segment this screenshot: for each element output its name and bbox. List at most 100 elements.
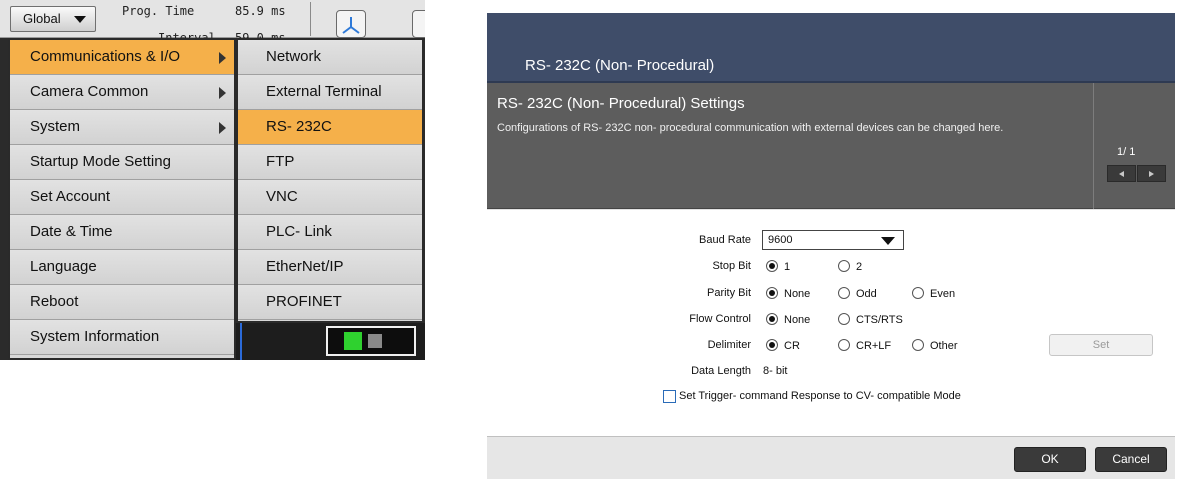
- radio-dot: [838, 339, 850, 351]
- radio-dot: [766, 287, 778, 299]
- main-menu-item-label: Language: [30, 258, 97, 275]
- parity-radio-odd[interactable]: Odd: [838, 287, 877, 301]
- baud-rate-select[interactable]: 9600: [762, 230, 904, 250]
- main-menu-item-label: Camera Common: [30, 83, 149, 100]
- sub-menu-item-label: External Terminal: [266, 83, 382, 100]
- main-menu-item-label: Set Account: [30, 188, 111, 205]
- prog-time-value: 85.9 ms: [235, 4, 286, 18]
- main-menu-item-label: Communications & I/O: [30, 48, 181, 65]
- main-menu-item[interactable]: Date & Time: [10, 215, 234, 250]
- page-indicator: 1/ 1: [1117, 146, 1136, 158]
- parity-bit-label: Parity Bit: [706, 287, 751, 299]
- info-description: Configurations of RS- 232C non- procedur…: [497, 122, 1004, 134]
- main-menu: Communications & I/O Camera Common System S…: [8, 38, 236, 360]
- main-menu-item[interactable]: Startup Mode Setting: [10, 145, 234, 180]
- delimiter-radio-crlf[interactable]: CR+LF: [838, 339, 891, 353]
- set-button[interactable]: Set: [1049, 334, 1153, 356]
- main-menu-item[interactable]: System: [10, 110, 234, 145]
- main-menu-item[interactable]: Reboot: [10, 285, 234, 320]
- main-menu-item[interactable]: Communications & I/O: [10, 40, 234, 75]
- chevron-right-icon: [1149, 171, 1154, 177]
- cancel-button[interactable]: Cancel: [1095, 447, 1167, 472]
- sub-menu-item[interactable]: Network: [238, 40, 422, 75]
- radio-label: Odd: [856, 288, 877, 300]
- flow-radio-none[interactable]: None: [766, 313, 810, 327]
- sub-menu-item-label: RS- 232C: [266, 118, 332, 135]
- chevron-down-icon: [74, 16, 86, 23]
- radio-label: CR: [784, 340, 800, 352]
- data-length-label: Data Length: [691, 365, 751, 377]
- sub-menu: Network External Terminal RS- 232C FTP VNC PL…: [236, 38, 424, 323]
- chevron-right-icon: [219, 52, 226, 64]
- sub-menu-item-label: Network: [266, 48, 322, 65]
- sub-menu-item-label: PROFINET: [266, 293, 342, 310]
- interval-value: 59.0 ms: [235, 31, 286, 38]
- global-dropdown-button[interactable]: Global: [10, 6, 96, 32]
- baud-rate-value: 9600: [768, 234, 793, 246]
- prev-page-button[interactable]: [1107, 165, 1136, 182]
- main-menu-item[interactable]: System Information: [10, 320, 234, 355]
- radio-label: CTS/RTS: [856, 314, 903, 326]
- stop-bit-label: Stop Bit: [712, 260, 751, 272]
- grid-icon: [368, 334, 382, 348]
- radio-label: Other: [930, 340, 958, 352]
- info-title: RS- 232C (Non- Procedural) Settings: [497, 95, 745, 112]
- main-menu-item[interactable]: Language: [10, 250, 234, 285]
- main-menu-item-label: Date & Time: [30, 223, 113, 240]
- radio-label: None: [784, 314, 811, 326]
- delimiter-label: Delimiter: [707, 339, 751, 351]
- radio-label: 1: [784, 261, 791, 273]
- main-menu-item-label: Reboot: [30, 293, 79, 310]
- sub-menu-item[interactable]: PLC- Link: [238, 215, 422, 250]
- background-tool-icon: [326, 326, 416, 356]
- toolbar-icon[interactable]: [412, 10, 425, 38]
- radio-label: CR+LF: [856, 340, 892, 352]
- sub-menu-item[interactable]: PROFINET: [238, 285, 422, 320]
- radio-dot: [766, 260, 778, 272]
- stop-bit-radio-2[interactable]: 2: [838, 260, 862, 274]
- sub-menu-item[interactable]: EtherNet/IP: [238, 250, 422, 285]
- radio-label: Even: [930, 288, 956, 300]
- parity-radio-even[interactable]: Even: [912, 287, 955, 301]
- radio-dot: [838, 313, 850, 325]
- interval-label: Interval: [158, 31, 216, 38]
- delimiter-radio-cr[interactable]: CR: [766, 339, 800, 353]
- radio-label: None: [784, 288, 811, 300]
- menu-screen: Global Prog. Time 85.9 ms Interval 59.0 …: [0, 0, 425, 360]
- plus-icon: [344, 332, 362, 350]
- info-panel: RS- 232C (Non- Procedural) Settings Conf…: [487, 83, 1175, 209]
- background-line: [240, 323, 242, 360]
- radio-dot: [766, 313, 778, 325]
- data-length-value: 8- bit: [763, 365, 788, 377]
- sub-menu-item[interactable]: RS- 232C: [238, 110, 422, 145]
- main-menu-item[interactable]: Set Account: [10, 180, 234, 215]
- baud-rate-label: Baud Rate: [699, 234, 751, 246]
- radio-dot: [838, 287, 850, 299]
- stop-bit-radio-1[interactable]: 1: [766, 260, 790, 274]
- dialog-title: RS- 232C (Non- Procedural): [525, 57, 715, 74]
- main-menu-item-label: Startup Mode Setting: [30, 153, 171, 170]
- flow-radio-cts-rts[interactable]: CTS/RTS: [838, 313, 903, 327]
- radio-dot: [838, 260, 850, 272]
- sub-menu-item[interactable]: FTP: [238, 145, 422, 180]
- trigger-response-checkbox[interactable]: [663, 390, 676, 403]
- toolbar-divider: [310, 2, 311, 36]
- chevron-left-icon: [1119, 171, 1124, 177]
- sub-menu-item-label: VNC: [266, 188, 298, 205]
- network-icon[interactable]: [336, 10, 366, 38]
- next-page-button[interactable]: [1137, 165, 1166, 182]
- sub-menu-item[interactable]: External Terminal: [238, 75, 422, 110]
- main-menu-item[interactable]: Camera Common: [10, 75, 234, 110]
- info-divider: [1093, 83, 1094, 209]
- chevron-right-icon: [219, 87, 226, 99]
- radio-dot: [766, 339, 778, 351]
- sub-menu-item[interactable]: VNC: [238, 180, 422, 215]
- dialog-header: RS- 232C (Non- Procedural): [487, 13, 1175, 83]
- flow-control-label: Flow Control: [689, 313, 751, 325]
- sub-menu-item-label: FTP: [266, 153, 295, 170]
- ok-button[interactable]: OK: [1014, 447, 1086, 472]
- radio-dot: [912, 339, 924, 351]
- dialog-footer: OK Cancel: [487, 436, 1175, 479]
- parity-radio-none[interactable]: None: [766, 287, 810, 301]
- delimiter-radio-other[interactable]: Other: [912, 339, 958, 353]
